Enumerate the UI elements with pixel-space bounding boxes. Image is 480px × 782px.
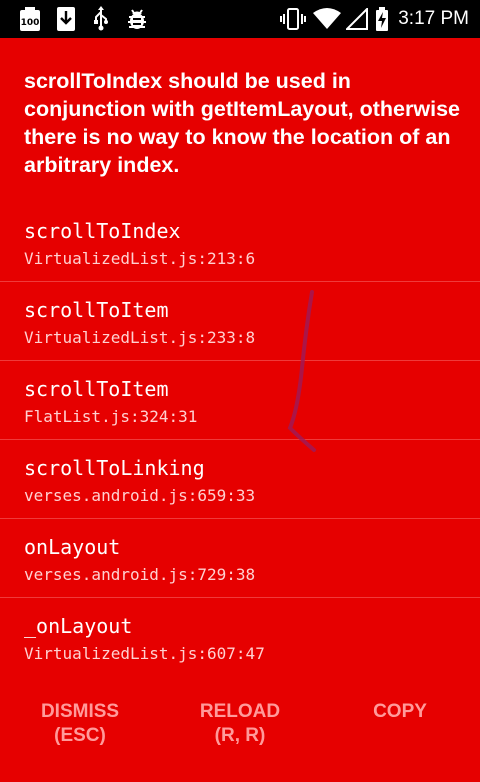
dismiss-label: DISMISS (40, 701, 120, 722)
reload-button[interactable]: RELOAD (R, R) (180, 700, 300, 770)
stack-frame-location: verses.android.js:659:33 (24, 486, 256, 505)
stack-frame-location: VirtualizedList.js:607:47 (24, 644, 265, 663)
reload-shortcut: (R, R) (214, 725, 266, 746)
error-message: scrollToIndex should be used in conjunct… (24, 69, 460, 177)
copy-button[interactable]: COPY (340, 700, 460, 770)
stack-frame-location: VirtualizedList.js:213:6 (24, 249, 256, 268)
svg-text:100: 100 (21, 18, 40, 28)
stack-frame-method: _onLayout (24, 614, 133, 638)
signal-icon (345, 0, 369, 38)
stack-frame-location: verses.android.js:729:38 (24, 565, 256, 584)
stack-frame[interactable]: scrollToLinking verses.android.js:659:33 (0, 441, 480, 519)
stack-frame-method: scrollToItem (24, 377, 169, 401)
vibrate-icon (279, 0, 307, 38)
stack-frame[interactable]: scrollToItem VirtualizedList.js:233:8 (0, 283, 480, 361)
stack-frame-method: onLayout (24, 535, 121, 559)
stack-frame-location: VirtualizedList.js:233:8 (24, 328, 256, 347)
touch-trace (287, 290, 316, 452)
clock: 3:17 PM (398, 8, 469, 29)
stack-frame[interactable]: scrollToItem FlatList.js:324:31 (0, 362, 480, 440)
download-icon (54, 0, 78, 38)
wifi-icon (312, 0, 342, 38)
copy-label: COPY (373, 701, 427, 722)
dismiss-button[interactable]: DISMISS (ESC) (20, 700, 140, 770)
stack-frame-location: FlatList.js:324:31 (24, 407, 198, 426)
reload-label: RELOAD (199, 701, 281, 722)
stack-frame-method: scrollToLinking (24, 456, 205, 480)
battery-100-icon: 100 (16, 0, 44, 38)
stack-frame-method: scrollToItem (24, 298, 169, 322)
stack-frame[interactable]: scrollToIndex VirtualizedList.js:213:6 (0, 204, 480, 282)
battery-charging-icon (373, 0, 391, 38)
bug-icon (124, 0, 150, 38)
stack-frame[interactable]: onLayout verses.android.js:729:38 (0, 520, 480, 598)
stack-frame[interactable]: _onLayout VirtualizedList.js:607:47 (0, 599, 480, 677)
stack-frame-method: scrollToIndex (24, 219, 181, 243)
dismiss-shortcut: (ESC) (54, 725, 106, 746)
status-bar: 100 3:17 PM (0, 0, 480, 38)
usb-icon (88, 0, 114, 38)
